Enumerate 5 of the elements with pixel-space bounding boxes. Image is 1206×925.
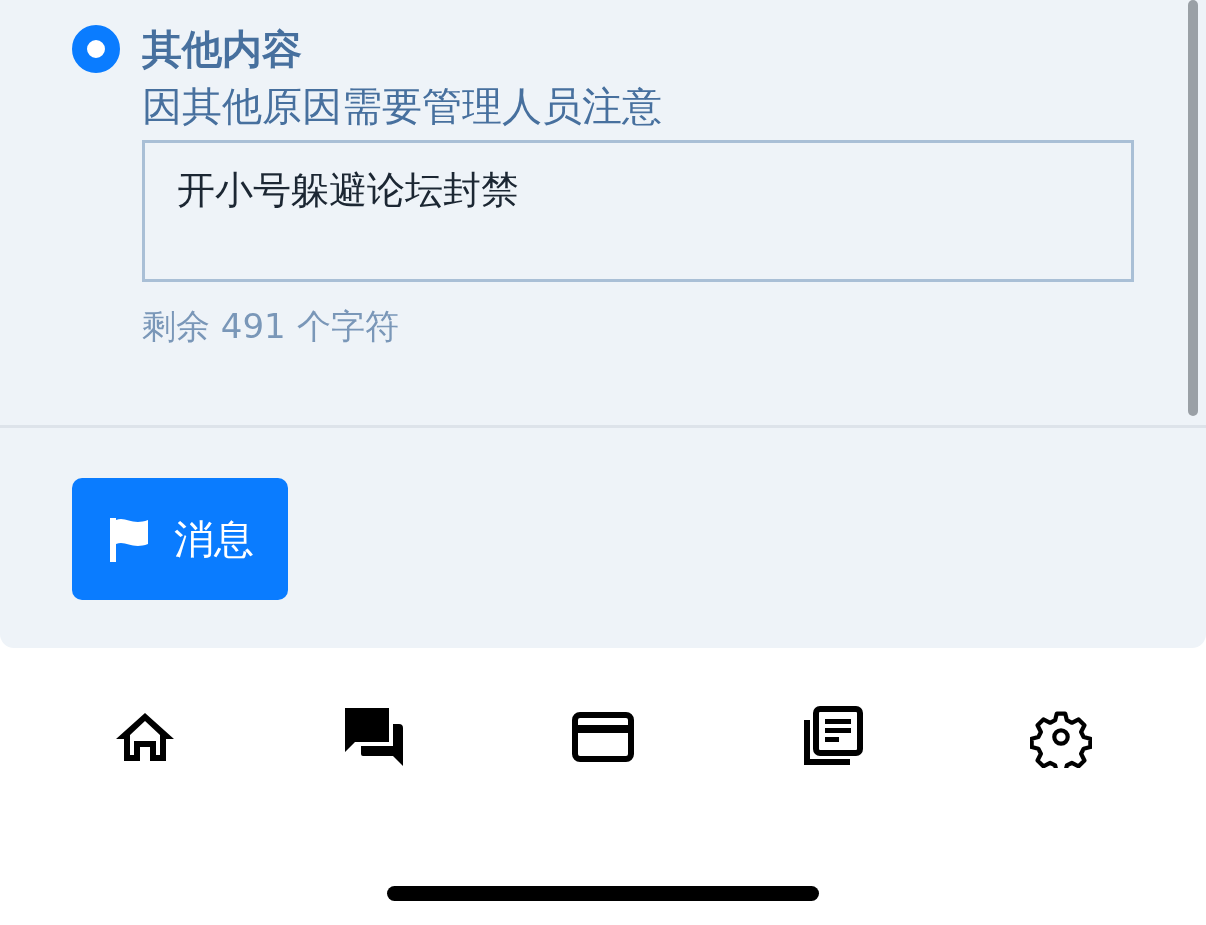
option-description: 因其他原因需要管理人员注意: [142, 82, 663, 131]
message-field[interactable]: 开小号躲避论坛封禁: [142, 140, 1134, 282]
character-counter: 剩余 491 个字符: [142, 305, 400, 348]
submit-button[interactable]: 消息: [72, 478, 288, 600]
option-title: 其他内容: [142, 25, 303, 74]
